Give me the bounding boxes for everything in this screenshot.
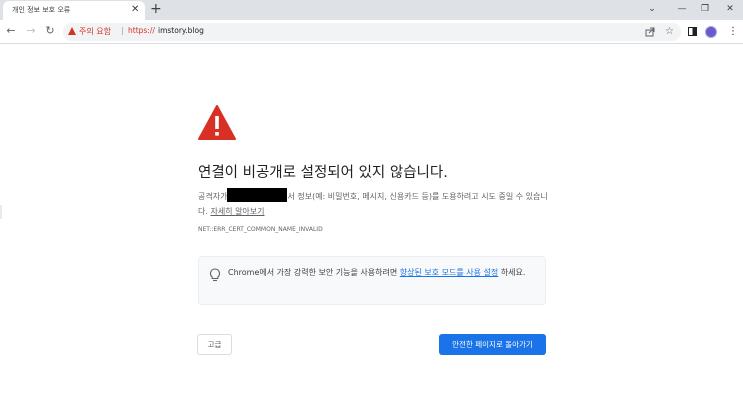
security-status-label[interactable]: 주의 요함 — [79, 26, 111, 37]
tab-search-icon[interactable]: ⌄ — [642, 0, 662, 20]
tab-strip: 개인 정보 보호 오류 ✕ + ⌄ — ❐ ✕ — [0, 0, 743, 20]
info-text-end: 하세요. — [500, 268, 526, 277]
tab-close-icon[interactable]: ✕ — [131, 2, 139, 18]
enable-enhanced-protection-link[interactable]: 향상된 보호 모드를 사용 설정 — [400, 268, 499, 277]
window-close-button[interactable]: ✕ — [720, 0, 740, 20]
error-heading: 연결이 비공개로 설정되어 있지 않습니다. — [198, 165, 448, 181]
forward-button[interactable]: → — [23, 22, 39, 40]
enhanced-protection-info: Chrome에서 가장 강력한 보안 기능을 사용하려면 향상된 보호 모드를 … — [198, 256, 546, 305]
learn-more-link[interactable]: 자세히 알아보기 — [210, 207, 264, 216]
address-bar[interactable]: 주의 요함 | https:// imstory.blog ☆ — [63, 23, 681, 41]
redacted-host — [227, 188, 288, 202]
side-panel-icon[interactable] — [688, 27, 697, 36]
share-icon[interactable] — [645, 27, 655, 37]
advanced-button[interactable]: 고급 — [197, 334, 232, 355]
tab-active[interactable]: 개인 정보 보호 오류 ✕ — [3, 1, 145, 20]
more-menu-icon[interactable]: ⋮ — [728, 23, 738, 41]
profile-avatar[interactable] — [705, 26, 717, 38]
browser-toolbar: ← → ↻ 주의 요함 | https:// imstory.blog ☆ ⋮ — [0, 20, 743, 44]
reload-button[interactable]: ↻ — [42, 22, 58, 40]
description-start: 공격자가 — [198, 192, 228, 201]
warning-triangle-icon — [198, 105, 236, 140]
info-text: Chrome에서 가장 강력한 보안 기능을 사용하려면 향상된 보호 모드를 … — [228, 266, 543, 280]
lightbulb-icon — [210, 268, 220, 282]
error-description: 공격자가 서 정보(예: 비밀번호, 메시지, 신용카드 등)를 도용하려고 시도… — [198, 188, 548, 219]
url-host: imstory.blog — [158, 26, 204, 35]
bookmark-star-icon[interactable]: ☆ — [665, 24, 674, 40]
minimize-button[interactable]: — — [672, 0, 692, 20]
error-code: NET::ERR_CERT_COMMON_NAME_INVALID — [198, 226, 323, 233]
tab-title: 개인 정보 보호 오류 — [12, 6, 71, 14]
restore-button[interactable]: ❐ — [695, 0, 715, 20]
new-tab-button[interactable]: + — [150, 0, 162, 19]
not-secure-warning-icon[interactable] — [68, 27, 76, 35]
back-to-safety-button[interactable]: 안전한 페이지로 돌아가기 — [439, 334, 546, 355]
omnibox-separator: | — [121, 26, 124, 35]
url-scheme: https:// — [128, 26, 155, 35]
info-text-start: Chrome에서 가장 강력한 보안 기능을 사용하려면 — [228, 268, 398, 277]
page-edge-divider — [0, 205, 2, 219]
back-button[interactable]: ← — [3, 22, 19, 40]
interstitial-page: 연결이 비공개로 설정되어 있지 않습니다. 공격자가 서 정보(예: 비밀번호,… — [0, 45, 743, 418]
